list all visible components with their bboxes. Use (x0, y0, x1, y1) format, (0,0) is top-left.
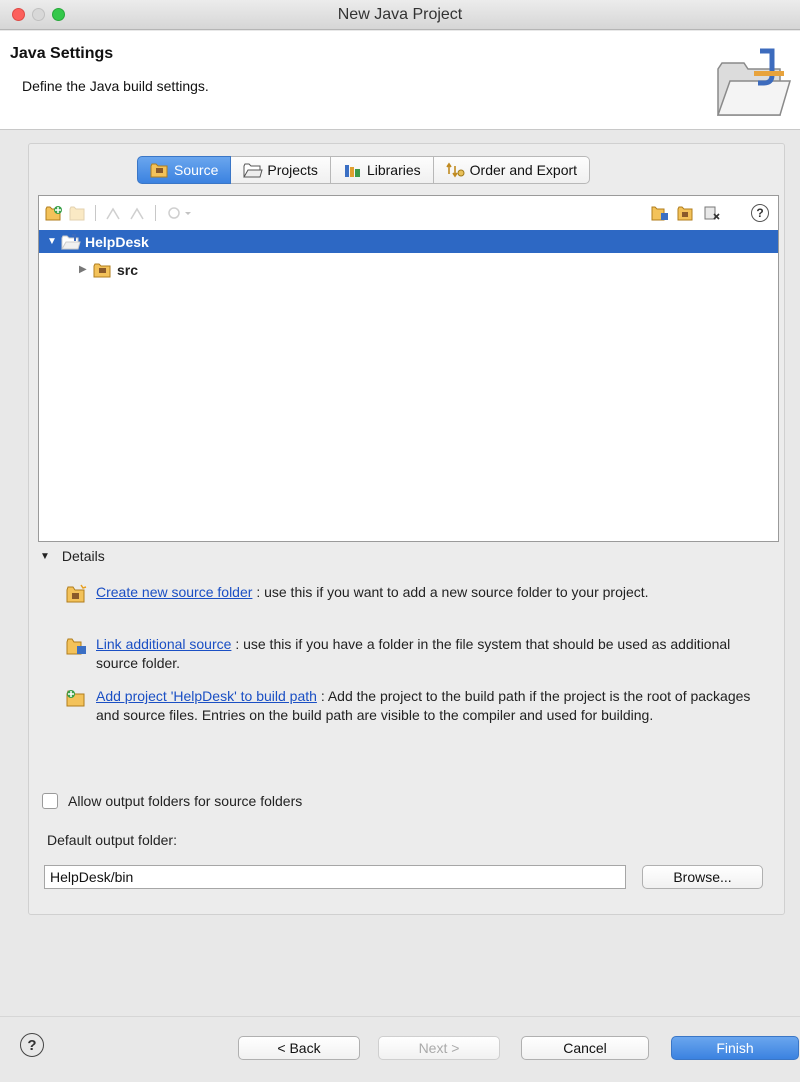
finish-button[interactable]: Finish (671, 1036, 799, 1060)
page-description: Define the Java build settings. (22, 78, 209, 94)
libraries-icon (343, 162, 363, 178)
project-folder-icon (61, 233, 81, 249)
collapse-chevron-down-icon: ▼ (40, 550, 50, 562)
new-source-folder-icon[interactable] (677, 204, 695, 222)
detail-link-additional-source: Link additional source : use this if you… (66, 635, 766, 673)
link-source-icon[interactable] (651, 204, 669, 222)
link-additional-source-link[interactable]: Link additional source (96, 636, 231, 652)
tree-item-helpdesk[interactable]: ▼ HelpDesk (39, 230, 778, 253)
tab-source-label: Source (174, 162, 219, 178)
details-label: Details (61, 548, 105, 564)
new-source-folder-icon (66, 584, 87, 603)
tab-projects-label: Projects (267, 162, 318, 178)
details-toggle[interactable]: ▼ Details (40, 548, 105, 564)
help-icon[interactable]: ? (751, 204, 769, 222)
add-to-build-path-link[interactable]: Add project 'HelpDesk' to build path (96, 688, 317, 704)
tree-item-src[interactable]: ▶ src (39, 258, 778, 281)
allow-output-folders-checkbox[interactable] (42, 793, 58, 809)
next-button[interactable]: Next > (378, 1036, 500, 1060)
back-button[interactable]: < Back (238, 1036, 360, 1060)
help-circle-icon[interactable]: ? (20, 1033, 44, 1057)
tab-libraries-label: Libraries (366, 162, 421, 178)
title-bar: New Java Project (0, 0, 800, 30)
settings-tabs: Source Projects Libraries Order and Expo… (137, 156, 591, 184)
tree-item-label: HelpDesk (85, 233, 149, 250)
tree-toolbar: ? (39, 196, 778, 230)
tab-libraries[interactable]: Libraries (330, 156, 434, 184)
projects-folder-icon (243, 162, 264, 178)
wizard-header: Java Settings Define the Java build sett… (0, 31, 800, 130)
configure-dropdown-icon[interactable] (165, 204, 193, 222)
add-folder-icon[interactable] (45, 204, 63, 222)
add-to-build-path-icon (66, 690, 85, 707)
link-source-icon (66, 638, 86, 655)
default-output-folder-input[interactable] (44, 865, 626, 889)
source-tree-panel: ? ▼ HelpDesk ▶ src (38, 195, 779, 542)
detail-add-to-build-path: Add project 'HelpDesk' to build path : A… (66, 687, 766, 725)
source-folder-icon (150, 162, 170, 178)
tab-order-export-label: Order and Export (469, 162, 578, 178)
detail-text: : use this if you want to add a new sour… (256, 584, 649, 600)
package-folder-icon (93, 263, 111, 277)
create-source-folder-link[interactable]: Create new source folder (96, 584, 252, 600)
window-title: New Java Project (337, 6, 463, 23)
allow-output-folders-label: Allow output folders for source folders (68, 793, 303, 809)
order-export-icon (445, 162, 466, 178)
java-project-folder-icon (716, 48, 792, 116)
footer-divider (0, 1016, 800, 1017)
page-title: Java Settings (10, 45, 114, 62)
cancel-button[interactable]: Cancel (521, 1036, 649, 1060)
browse-button[interactable]: Browse... (642, 865, 763, 889)
tab-order-export[interactable]: Order and Export (433, 156, 591, 184)
allow-output-folders-option: Allow output folders for source folders (42, 793, 302, 809)
remove-folder-icon[interactable] (69, 204, 87, 222)
expand-chevron-right-icon[interactable]: ▶ (79, 264, 89, 275)
tree-item-label: src (117, 261, 139, 278)
expand-chevron-down-icon[interactable]: ▼ (47, 236, 57, 247)
remove-entry-icon[interactable] (703, 204, 721, 222)
tab-projects[interactable]: Projects (231, 156, 331, 184)
include-filter-icon[interactable] (105, 204, 123, 222)
detail-create-source-folder: Create new source folder : use this if y… (66, 583, 766, 603)
exclude-filter-icon[interactable] (129, 204, 147, 222)
default-output-folder-label: Default output folder: (47, 832, 177, 848)
help-question-icon: ? (751, 204, 769, 222)
tab-source[interactable]: Source (137, 156, 232, 184)
